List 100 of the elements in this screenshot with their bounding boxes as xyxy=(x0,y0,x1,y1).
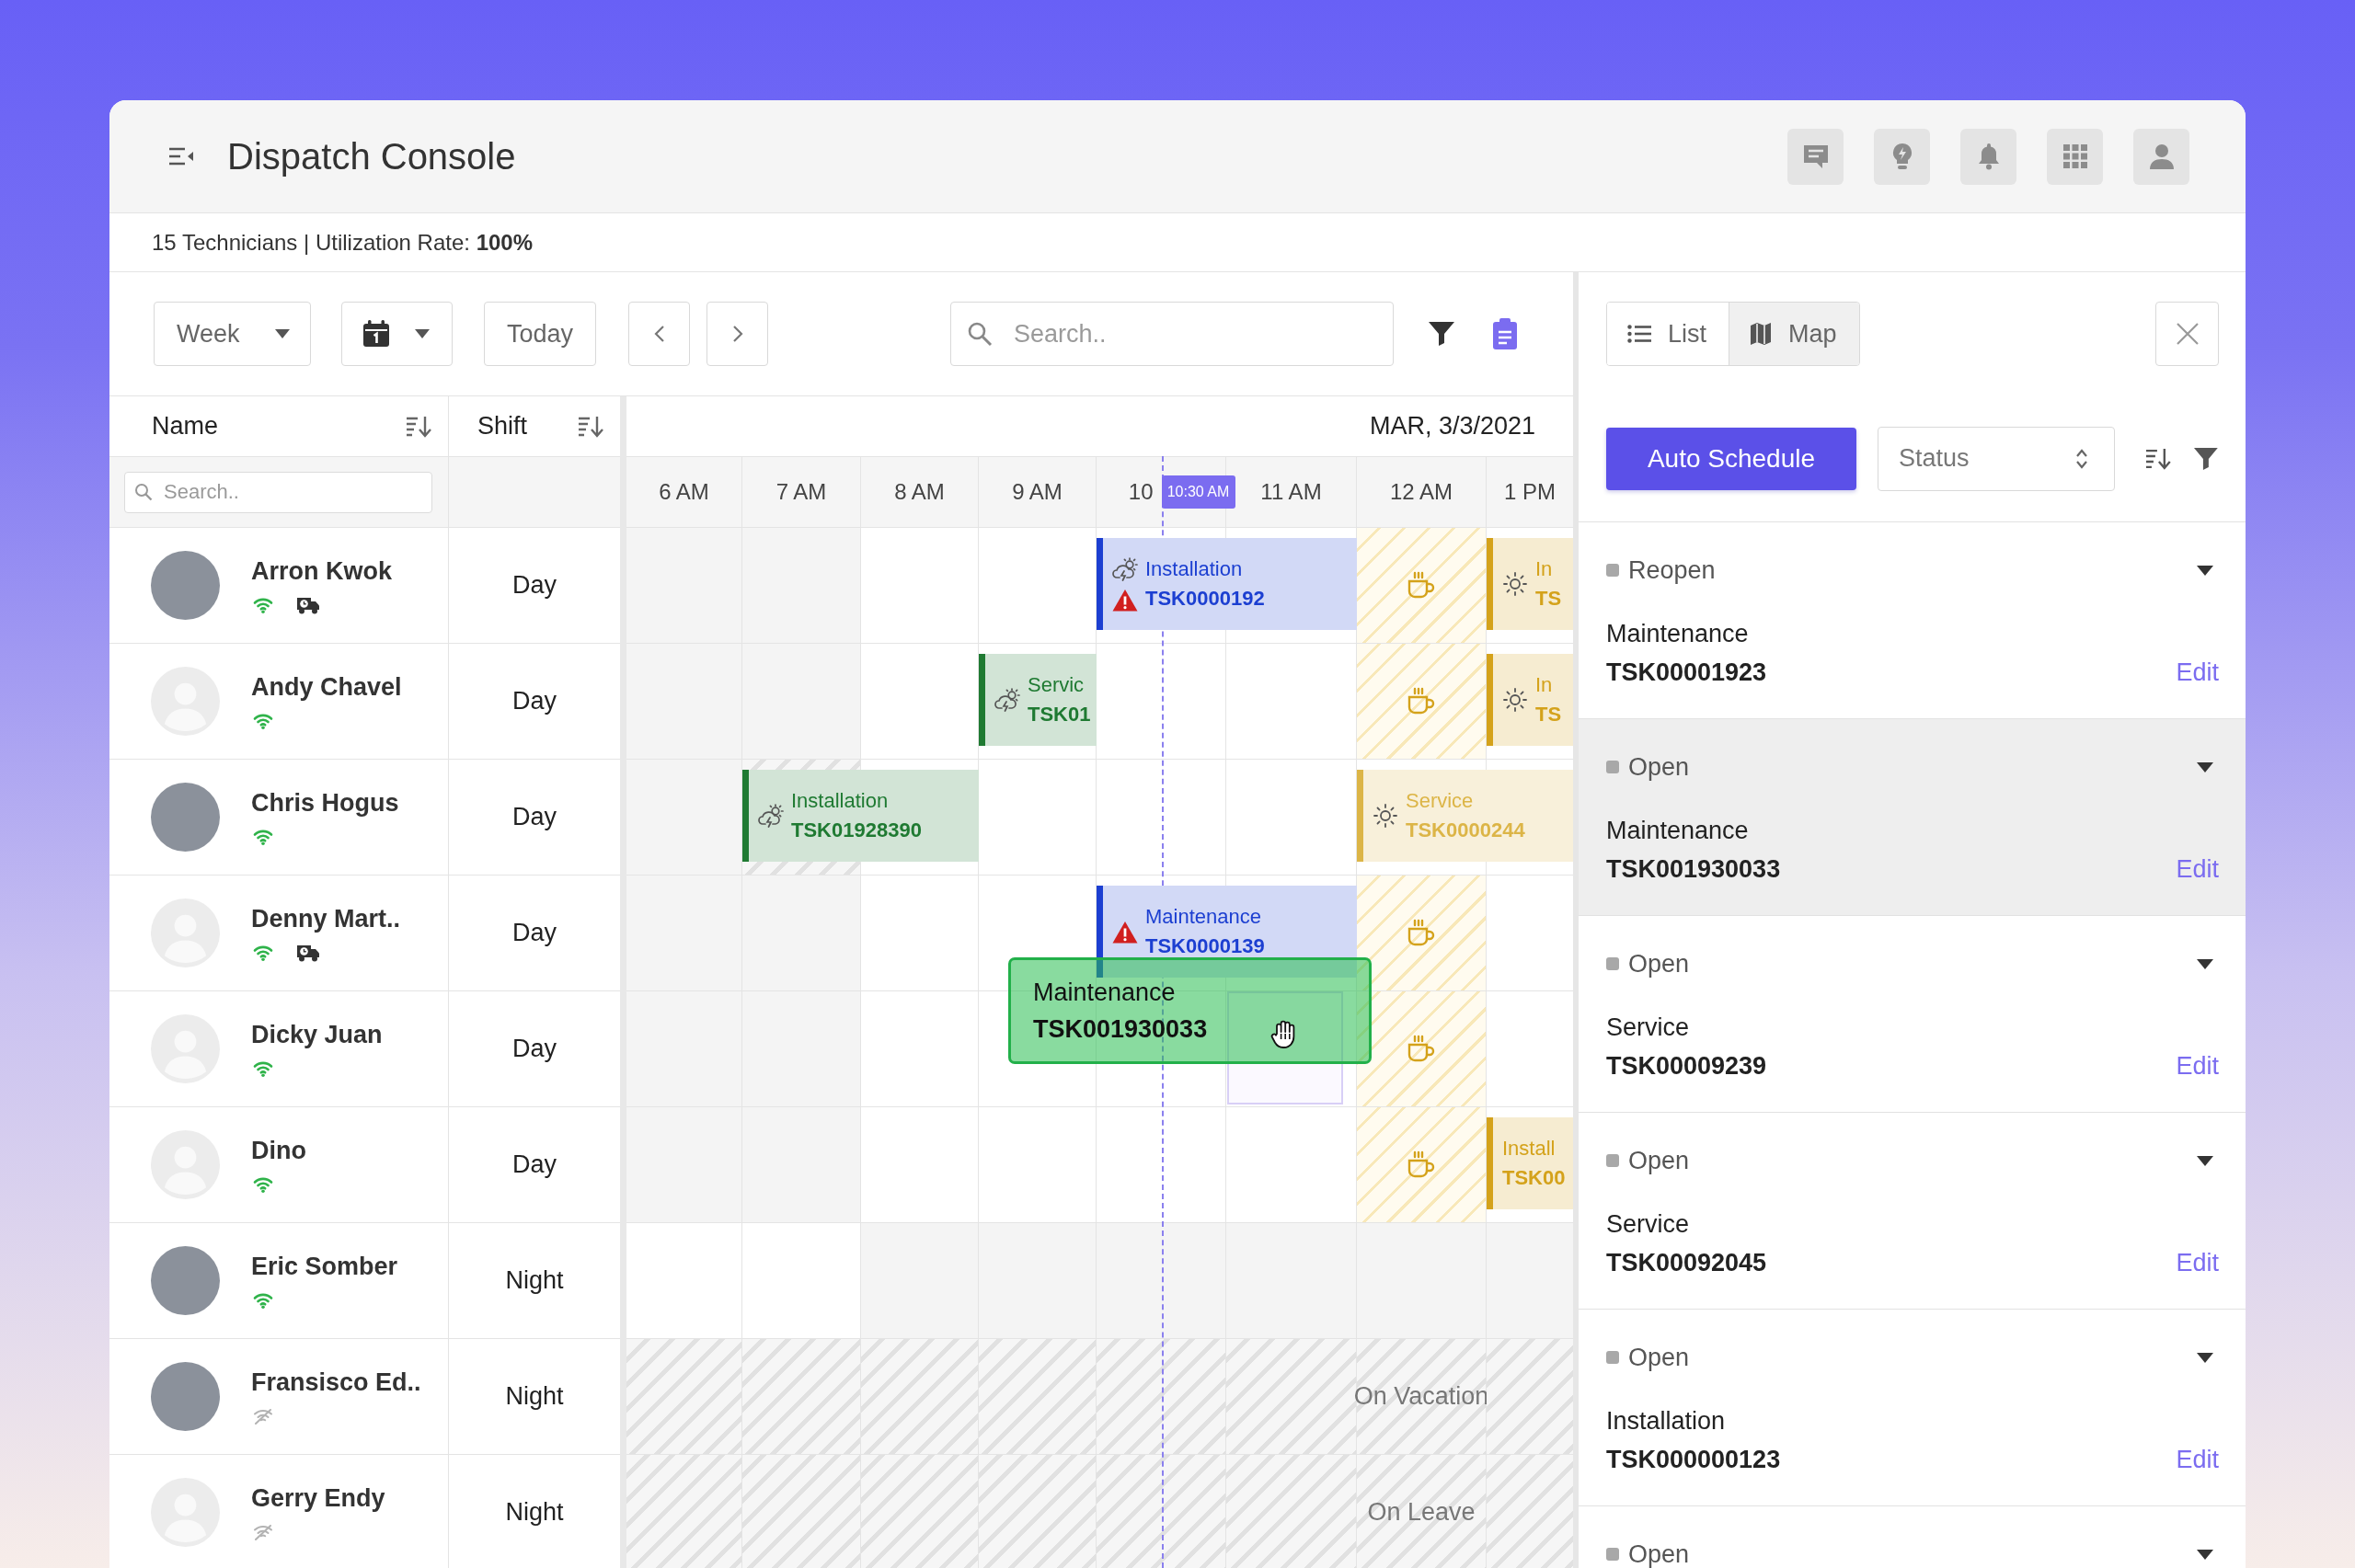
caret-icon[interactable] xyxy=(2197,761,2213,773)
task-type: Service xyxy=(1606,1209,1690,1240)
task-type: Maintenance xyxy=(1145,904,1262,930)
task-list-item[interactable]: Open Maintenance TSK001930033 Edit xyxy=(1579,719,2246,916)
task-type: Servic xyxy=(1028,672,1086,698)
task-type: Maintenance xyxy=(1606,816,1749,846)
current-time-badge: 10:30 AM xyxy=(1161,475,1235,509)
task-type: Installation xyxy=(1145,556,1244,582)
hour-label: 10 xyxy=(1128,479,1154,505)
edit-link[interactable]: Edit xyxy=(2176,1248,2219,1277)
search-field[interactable]: Search.. xyxy=(124,471,432,513)
edit-link[interactable]: Edit xyxy=(2176,1445,2219,1474)
bell-icon xyxy=(1976,143,2001,170)
caret-icon[interactable] xyxy=(2197,565,2213,576)
chevron-up-down-icon xyxy=(2075,447,2089,470)
edit-link[interactable]: Edit xyxy=(2176,1051,2219,1081)
search-field[interactable]: Search.. xyxy=(950,302,1394,366)
filter-icon[interactable] xyxy=(2193,446,2219,471)
status-label: Reopen xyxy=(1628,555,1716,585)
hour-label: 7 AM xyxy=(775,479,827,505)
sort-icon[interactable] xyxy=(2145,447,2172,470)
shift-label: Night xyxy=(505,1382,564,1411)
clipboard-icon[interactable] xyxy=(1492,318,1518,349)
chat-button[interactable] xyxy=(1787,128,1844,185)
chevron-right-icon xyxy=(731,325,743,343)
task-type: In xyxy=(1535,672,1554,698)
auto-schedule-button[interactable]: Auto Schedule xyxy=(1606,427,1856,490)
task-number: TS xyxy=(1535,702,1562,727)
shift-label: Day xyxy=(512,1150,557,1179)
status-label: Open xyxy=(1628,949,1690,979)
lightbulb-button[interactable] xyxy=(1874,128,1930,185)
task-type: Install xyxy=(1502,1136,1557,1162)
chevron-left-icon xyxy=(653,325,665,343)
technician-name: Gerry Endy xyxy=(251,1482,385,1513)
task-number: TSK000000123 xyxy=(1606,1445,1781,1474)
storm-icon xyxy=(758,804,784,828)
profile-button[interactable] xyxy=(2133,128,2189,185)
user-icon xyxy=(2148,143,2175,169)
caret-icon[interactable] xyxy=(2197,958,2213,969)
sun-icon xyxy=(1503,688,1527,712)
caret-icon[interactable] xyxy=(2197,1352,2213,1363)
technician-name: Dino xyxy=(251,1135,306,1165)
sort-icon[interactable] xyxy=(578,415,603,438)
task-card[interactable]: Servic TSK01 xyxy=(979,654,1097,746)
coffee-cup-icon xyxy=(1407,686,1436,716)
range-dropdown[interactable]: Week xyxy=(154,302,311,366)
grid-icon xyxy=(2062,144,2087,168)
today-button[interactable]: Today xyxy=(484,302,596,366)
apps-button[interactable] xyxy=(2047,128,2103,185)
task-card[interactable]: Maintenance TSK0000139 xyxy=(1097,886,1357,978)
status-dropdown[interactable]: Status xyxy=(1878,426,2116,491)
coffee-cup-icon xyxy=(1407,1150,1436,1180)
coffee-cup-icon xyxy=(1407,1034,1436,1064)
technician-name: Eric Somber xyxy=(251,1251,398,1281)
sun-icon xyxy=(1503,572,1527,596)
status-label: Open xyxy=(1628,752,1690,782)
calendar-icon xyxy=(362,320,390,348)
availability-label: On Leave xyxy=(1367,1498,1476,1527)
task-type: Service xyxy=(1406,788,1475,814)
hour-label: 6 AM xyxy=(659,479,709,505)
task-type: Service xyxy=(1606,1013,1690,1043)
caret-icon[interactable] xyxy=(2197,1155,2213,1166)
date-picker-button[interactable] xyxy=(341,302,453,366)
technician-name: Arron Kwok xyxy=(251,555,392,586)
task-number: TSK00 xyxy=(1502,1165,1566,1191)
list-icon xyxy=(1627,325,1651,343)
edit-link[interactable]: Edit xyxy=(2176,854,2219,884)
task-card[interactable]: Installation TSK0000192 xyxy=(1097,538,1357,630)
task-number: TSK00092045 xyxy=(1606,1248,1767,1277)
technician-name: Fransisco Ed.. xyxy=(251,1367,421,1397)
shift-label: Night xyxy=(505,1498,564,1527)
edit-link[interactable]: Edit xyxy=(2176,658,2219,687)
search-icon xyxy=(134,482,153,501)
chat-icon xyxy=(1801,143,1830,169)
task-number: TSK001930033 xyxy=(1606,854,1781,884)
sun-icon xyxy=(1373,804,1397,828)
hour-label: 1 PM xyxy=(1504,479,1556,505)
task-type: Maintenance xyxy=(1033,978,1176,1008)
technician-name: Denny Mart.. xyxy=(251,903,401,933)
storm-icon xyxy=(994,688,1020,712)
status-label: Open xyxy=(1628,1343,1690,1372)
shift-label: Day xyxy=(512,571,557,600)
menu-icon[interactable] xyxy=(168,147,194,166)
sort-icon[interactable] xyxy=(406,415,431,438)
notifications-button[interactable] xyxy=(1960,128,2016,185)
shift-label: Day xyxy=(512,803,557,831)
shift-label: Night xyxy=(505,1266,564,1295)
caret-icon[interactable] xyxy=(2197,1549,2213,1560)
shift-label: Day xyxy=(512,1035,557,1063)
task-number: TSK0000139 xyxy=(1145,933,1265,959)
column-header: Name xyxy=(152,412,219,441)
filter-icon[interactable] xyxy=(1428,321,1455,347)
task-card[interactable]: Installation TSK01928390 xyxy=(742,770,979,862)
caret-icon xyxy=(275,329,290,338)
dragged-task-card[interactable]: Maintenance TSK001930033 xyxy=(1008,957,1372,1064)
view-tab[interactable]: Map xyxy=(1729,303,1859,365)
status-label: Open xyxy=(1628,1146,1690,1175)
hour-label: 9 AM xyxy=(1012,479,1063,505)
task-number: TSK0000192 xyxy=(1145,586,1265,612)
task-number: TSK01 xyxy=(1028,702,1091,727)
